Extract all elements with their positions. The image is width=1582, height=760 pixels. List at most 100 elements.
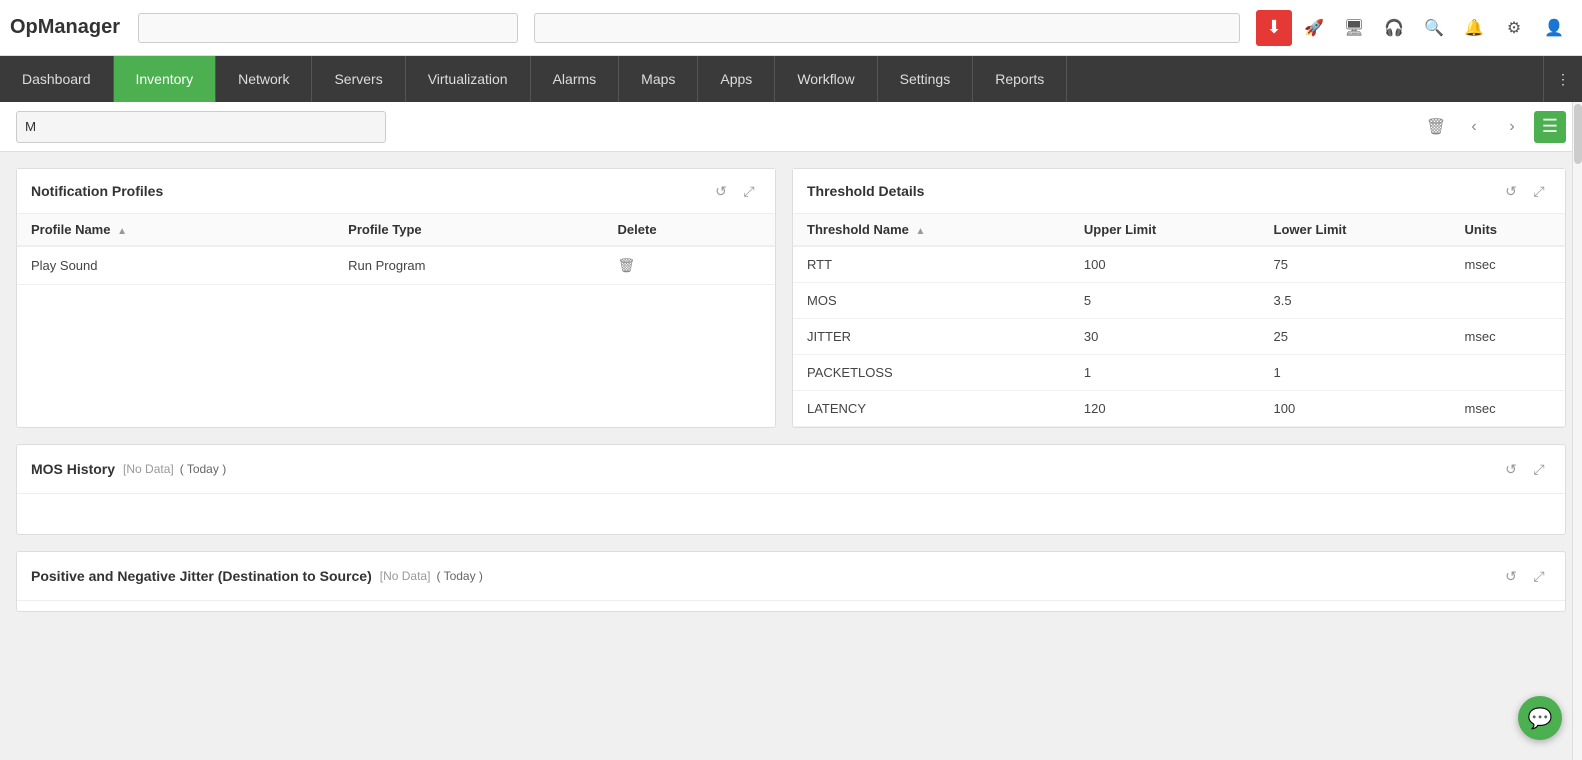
upper-limit-cell: 120 (1070, 391, 1260, 427)
nav-more[interactable]: ⋮ (1543, 56, 1582, 102)
threshold-refresh-icon[interactable]: ↺ (1499, 179, 1523, 203)
jitter-no-data: [No Data] (380, 569, 431, 583)
mos-history-header: MOS History [No Data] ( Today ) ↺ ⤢ (17, 445, 1565, 494)
table-row: MOS 5 3.5 (793, 283, 1565, 319)
profile-type-cell: Run Program (334, 246, 603, 285)
threshold-details-icons: ↺ ⤢ (1499, 179, 1551, 203)
search-input-right[interactable] (534, 13, 1240, 43)
nav-maps[interactable]: Maps (619, 56, 698, 102)
delete-cell[interactable]: 🗑 (604, 246, 775, 285)
top-icons: ⬇ 🚀 🖥 🎧 🔍 🔔 ⚙ 👤 (1256, 10, 1572, 46)
nav-bar: Dashboard Inventory Network Servers Virt… (0, 56, 1582, 102)
search-input-left[interactable] (138, 13, 518, 43)
main-content: Notification Profiles ↺ ⤢ Profile Name ▲… (0, 152, 1582, 628)
jitter-header: Positive and Negative Jitter (Destinatio… (17, 552, 1565, 601)
threshold-details-table: Threshold Name ▲ Upper Limit Lower Limit… (793, 214, 1565, 427)
units-cell: msec (1451, 246, 1565, 283)
upper-limit-cell: 100 (1070, 246, 1260, 283)
refresh-icon[interactable]: ↺ (709, 179, 733, 203)
jitter-title: Positive and Negative Jitter (Destinatio… (31, 568, 372, 584)
sort-arrow-name: ▲ (117, 226, 127, 237)
col-lower-limit: Lower Limit (1260, 214, 1451, 246)
col-profile-type: Profile Type (334, 214, 603, 246)
threshold-name-cell: PACKETLOSS (793, 355, 1070, 391)
nav-reports[interactable]: Reports (973, 56, 1067, 102)
download-button[interactable]: ⬇ (1256, 10, 1292, 46)
delete-icon[interactable]: 🗑 (618, 257, 636, 273)
jitter-expand-icon[interactable]: ⤢ (1527, 564, 1551, 588)
lower-limit-cell: 3.5 (1260, 283, 1451, 319)
next-page-button[interactable]: › (1496, 111, 1528, 143)
threshold-details-title: Threshold Details (807, 183, 1499, 199)
notification-profiles-icons: ↺ ⤢ (709, 179, 761, 203)
mos-history-actions: ↺ ⤢ (1499, 457, 1551, 481)
jitter-refresh-icon[interactable]: ↺ (1499, 564, 1523, 588)
bell-icon-button[interactable]: 🔔 (1456, 10, 1492, 46)
rocket-icon-button[interactable]: 🚀 (1296, 10, 1332, 46)
nav-settings[interactable]: Settings (878, 56, 974, 102)
lower-limit-cell: 75 (1260, 246, 1451, 283)
threshold-details-panel: Threshold Details ↺ ⤢ Threshold Name ▲ U… (792, 168, 1566, 428)
page-header-actions: 🗑 ‹ › ☰ (1420, 111, 1566, 143)
threshold-expand-icon[interactable]: ⤢ (1527, 179, 1551, 203)
nav-virtualization[interactable]: Virtualization (406, 56, 531, 102)
nav-dashboard[interactable]: Dashboard (0, 56, 114, 102)
col-delete: Delete (604, 214, 775, 246)
nav-apps[interactable]: Apps (698, 56, 775, 102)
monitor-icon-button[interactable]: 🖥 (1336, 10, 1372, 46)
table-row: Play Sound Run Program 🗑 (17, 246, 775, 285)
search-icon-button[interactable]: 🔍 (1416, 10, 1452, 46)
col-profile-name: Profile Name ▲ (17, 214, 334, 246)
delete-page-button[interactable]: 🗑 (1420, 111, 1452, 143)
col-threshold-name: Threshold Name ▲ (793, 214, 1070, 246)
menu-button[interactable]: ☰ (1534, 111, 1566, 143)
mos-refresh-icon[interactable]: ↺ (1499, 457, 1523, 481)
two-col-section: Notification Profiles ↺ ⤢ Profile Name ▲… (16, 168, 1566, 428)
units-cell (1451, 355, 1565, 391)
table-row: PACKETLOSS 1 1 (793, 355, 1565, 391)
units-cell: msec (1451, 391, 1565, 427)
lower-limit-cell: 1 (1260, 355, 1451, 391)
nav-inventory[interactable]: Inventory (114, 56, 217, 102)
upper-limit-cell: 1 (1070, 355, 1260, 391)
mos-history-no-data: [No Data] (123, 462, 174, 476)
threshold-name-cell: LATENCY (793, 391, 1070, 427)
gear-icon-button[interactable]: ⚙ (1496, 10, 1532, 46)
table-row: LATENCY 120 100 msec (793, 391, 1565, 427)
mos-history-date: ( Today ) (180, 462, 226, 476)
app-logo: OpManager (10, 16, 120, 39)
upper-limit-cell: 5 (1070, 283, 1260, 319)
prev-page-button[interactable]: ‹ (1458, 111, 1490, 143)
page-header: 🗑 ‹ › ☰ (0, 102, 1582, 152)
threshold-name-cell: MOS (793, 283, 1070, 319)
jitter-actions: ↺ ⤢ (1499, 564, 1551, 588)
mos-expand-icon[interactable]: ⤢ (1527, 457, 1551, 481)
lower-limit-cell: 25 (1260, 319, 1451, 355)
lower-limit-cell: 100 (1260, 391, 1451, 427)
page-title-input[interactable] (16, 111, 386, 143)
table-row: RTT 100 75 msec (793, 246, 1565, 283)
nav-workflow[interactable]: Workflow (775, 56, 877, 102)
user-icon-button[interactable]: 👤 (1536, 10, 1572, 46)
sort-arrow-threshold: ▲ (915, 226, 925, 237)
scrollbar-thumb (1574, 104, 1582, 164)
threshold-name-cell: JITTER (793, 319, 1070, 355)
profile-name-cell: Play Sound (17, 246, 334, 285)
notification-profiles-panel: Notification Profiles ↺ ⤢ Profile Name ▲… (16, 168, 776, 428)
threshold-name-cell: RTT (793, 246, 1070, 283)
col-upper-limit: Upper Limit (1070, 214, 1260, 246)
scrollbar-track[interactable] (1572, 102, 1582, 760)
mos-history-title: MOS History (31, 461, 115, 477)
units-cell (1451, 283, 1565, 319)
notification-profiles-title: Notification Profiles (31, 183, 709, 199)
expand-icon[interactable]: ⤢ (737, 179, 761, 203)
nav-servers[interactable]: Servers (312, 56, 405, 102)
threshold-details-header: Threshold Details ↺ ⤢ (793, 169, 1565, 214)
nav-alarms[interactable]: Alarms (531, 56, 620, 102)
jitter-panel: Positive and Negative Jitter (Destinatio… (16, 551, 1566, 612)
top-bar: OpManager ⬇ 🚀 🖥 🎧 🔍 🔔 ⚙ 👤 (0, 0, 1582, 56)
nav-network[interactable]: Network (216, 56, 312, 102)
headset-icon-button[interactable]: 🎧 (1376, 10, 1412, 46)
units-cell: msec (1451, 319, 1565, 355)
chat-fab-button[interactable]: 💬 (1518, 696, 1562, 740)
